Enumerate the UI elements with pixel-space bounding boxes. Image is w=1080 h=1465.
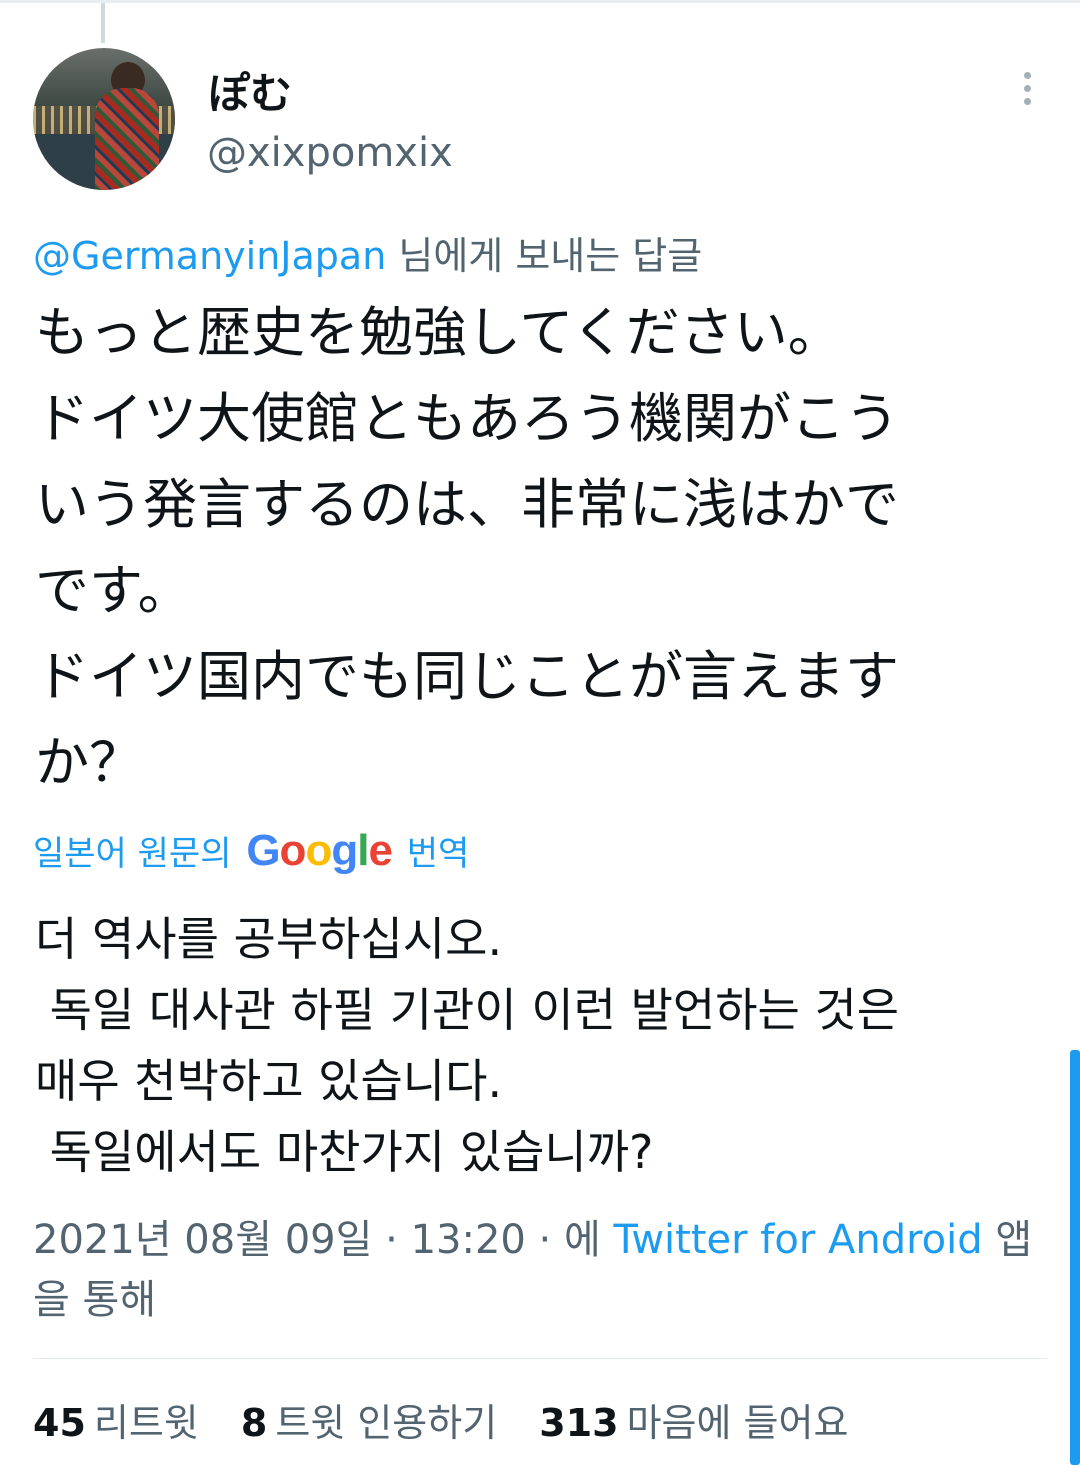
likes-count: 313 [539, 1401, 619, 1445]
google-logo-letter: o [279, 826, 307, 875]
likes-stat[interactable]: 313 마음에 들어요 [539, 1392, 848, 1447]
retweets-count: 45 [33, 1401, 86, 1445]
more-vertical-icon[interactable] [1015, 72, 1039, 110]
scrollbar[interactable] [1070, 1050, 1080, 1465]
google-logo: Google [246, 826, 393, 875]
author-display-name[interactable]: ぽむ [208, 60, 292, 121]
reply-to-line: @GermanyinJapan 님에게 보내는 답글 [33, 225, 702, 280]
google-logo-letter: g [331, 826, 358, 875]
top-divider [0, 0, 1080, 3]
translation-attribution[interactable]: 일본어 원문의 Google 번역 [33, 826, 469, 876]
tweet-meta: 2021년 08월 09일 · 13:20 · 에 Twitter for An… [33, 1210, 1033, 1330]
google-logo-letter: G [246, 826, 280, 875]
author-handle[interactable]: @xixpomxix [207, 130, 453, 176]
likes-label: 마음에 들어요 [626, 1401, 849, 1445]
reply-to-suffix: 님에게 보내는 답글 [386, 234, 703, 278]
client-link[interactable]: Twitter for Android [614, 1217, 983, 1263]
quotes-count: 8 [240, 1401, 268, 1445]
stats-divider [33, 1358, 1047, 1359]
tweet-datetime: 2021년 08월 09일 · 13:20 · 에 [33, 1217, 614, 1263]
google-logo-letter: e [368, 826, 393, 875]
google-logo-letter: o [305, 826, 332, 875]
translation-prefix: 일본어 원문의 [33, 834, 232, 874]
quotes-label: 트윗 인용하기 [275, 1401, 498, 1445]
retweets-label: 리트윗 [93, 1401, 199, 1445]
thread-connector-line [101, 3, 105, 43]
tweet-text: もっと歴史を勉強してください。 ドイツ大使館ともあろう機関がこう いう発言するの… [35, 301, 899, 794]
translation-suffix: 번역 [406, 834, 470, 874]
retweets-stat[interactable]: 45 리트윗 [33, 1392, 199, 1447]
avatar[interactable] [33, 48, 175, 190]
reply-mention-link[interactable]: @GermanyinJapan [33, 234, 386, 278]
quotes-stat[interactable]: 8 트윗 인용하기 [241, 1392, 497, 1447]
engagement-stats: 45 리트윗 8 트윗 인용하기 313 마음에 들어요 [33, 1392, 878, 1447]
google-logo-letter: l [357, 826, 369, 875]
translated-text: 더 역사를 공부하십시오. 독일 대사관 하필 기관이 이런 발언하는 것은 매… [35, 912, 900, 1179]
